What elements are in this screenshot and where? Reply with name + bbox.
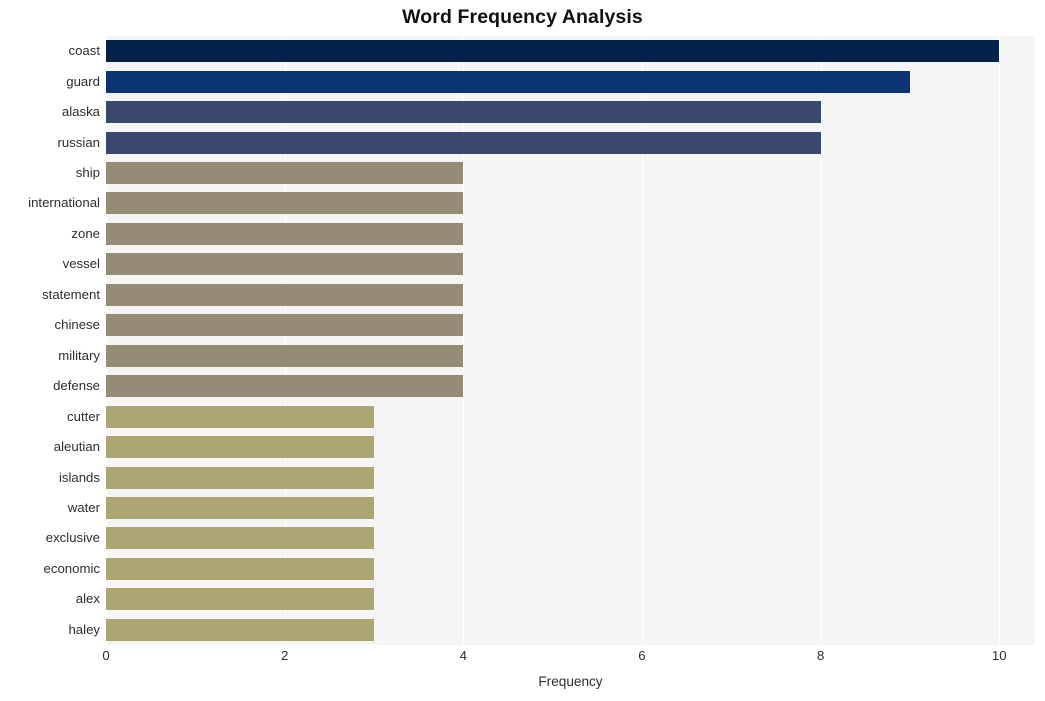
bar-zone[interactable] [106,222,464,245]
x-tick-label-8: 8 [816,648,825,663]
y-tick-label-alaska: alaska [61,104,100,120]
x-tick-label-0: 0 [102,648,110,663]
bar-ship[interactable] [106,162,464,185]
y-tick-label-statement: statement [42,286,100,302]
y-tick-label-military: military [58,347,100,363]
bar-guard[interactable] [106,70,910,93]
y-tick-label-water: water [67,499,100,515]
bar-economic[interactable] [106,557,374,580]
y-tick-label-international: international [28,195,100,211]
x-axis-label: Frequency [538,674,603,689]
y-tick-label-haley: haley [68,621,100,637]
y-tick-label-exclusive: exclusive [45,530,100,546]
x-tick-label-2: 2 [280,648,289,663]
bars-layer [106,36,1035,645]
bar-cutter[interactable] [106,405,374,428]
bar-defense[interactable] [106,375,464,398]
y-tick-label-guard: guard [66,73,100,89]
chart-title: Word Frequency Analysis [402,6,643,28]
y-tick-label-islands: islands [58,469,100,485]
bar-haley[interactable] [106,618,374,641]
y-tick-label-ship: ship [75,165,100,181]
y-tick-label-zone: zone [71,225,100,241]
bar-vessel[interactable] [106,253,464,276]
bar-statement[interactable] [106,283,464,306]
bar-water[interactable] [106,496,374,519]
plot-area [106,36,1035,645]
bar-coast[interactable] [106,40,1000,63]
y-tick-label-defense: defense [53,378,100,394]
y-axis-labels: coast guard alaska russian ship international… [0,36,100,645]
bar-russian[interactable] [106,131,821,154]
y-tick-label-aleutian: aleutian [53,439,100,455]
y-tick-label-economic: economic [43,560,100,576]
y-tick-label-chinese: chinese [54,317,100,333]
x-tick-label-10: 10 [991,648,1007,663]
bar-exclusive[interactable] [106,527,374,550]
bar-islands[interactable] [106,466,374,489]
x-tick-label-6: 6 [638,648,646,663]
bar-military[interactable] [106,344,464,367]
x-axis-ticks: 0 2 4 6 8 10 [102,648,1035,668]
y-tick-label-cutter: cutter [67,408,100,424]
bar-international[interactable] [106,192,464,215]
y-tick-label-vessel: vessel [62,256,100,272]
y-tick-label-russian: russian [57,134,100,150]
bar-chinese[interactable] [106,314,464,337]
bar-alaska[interactable] [106,101,821,124]
y-tick-label-coast: coast [68,43,100,59]
x-tick-label-4: 4 [459,648,467,663]
word-frequency-chart: Word Frequency Analysis coast guard alaska… [0,0,1045,701]
bar-alex[interactable] [106,588,374,611]
bar-aleutian[interactable] [106,436,374,459]
y-tick-label-alex: alex [75,591,100,607]
